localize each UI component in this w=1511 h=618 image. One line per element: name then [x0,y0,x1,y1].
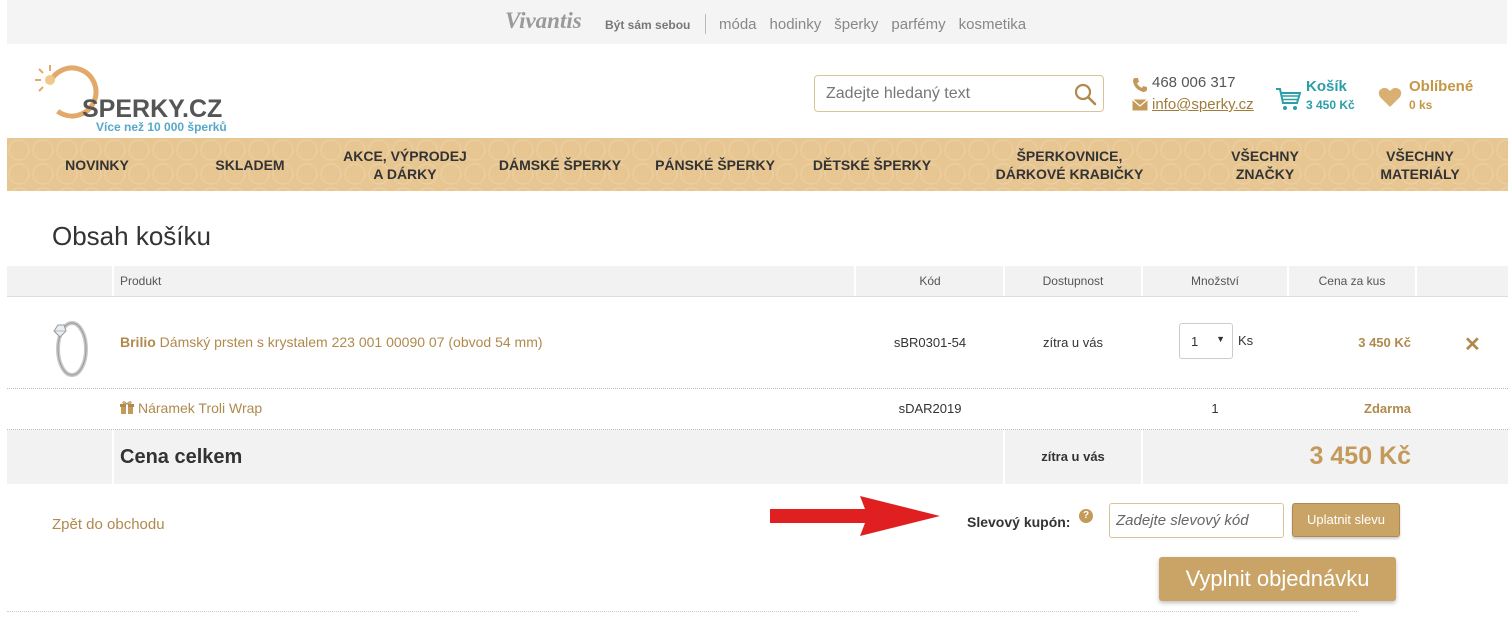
topbar-link-kosmetika[interactable]: kosmetika [959,16,1027,33]
column-unit-price: Cena za kus [1318,274,1386,288]
column-quantity: Množství [1190,274,1239,288]
bottom-divider [7,611,1357,613]
vivantis-slogan: Být sám sebou [605,18,691,32]
mail-icon [1132,99,1148,111]
cart-total[interactable]: 3 450 Kč [1306,98,1355,112]
column-product: Produkt [120,274,162,288]
product-brand[interactable]: Brilio [120,334,156,350]
nav-damske[interactable]: DÁMSKÉ ŠPERKY [495,138,625,191]
nav-sperkovnice[interactable]: ŠPERKOVNICE, DÁRKOVÉ KRABIČKY [987,138,1152,191]
apply-coupon-button[interactable]: Uplatnit slevu [1292,503,1400,537]
quantity-select[interactable]: 1 ▼ [1179,323,1233,359]
topbar-link-hodinky[interactable]: hodinky [770,16,822,33]
total-label: Cena celkem [120,446,243,468]
product-availability: zítra u vás [1043,335,1103,350]
checkout-button[interactable]: Vyplnit objednávku [1159,557,1396,601]
quantity-value: 1 [1191,334,1199,349]
nav-skladem[interactable]: SKLADEM [205,138,295,191]
topbar-link-moda[interactable]: móda [719,16,757,33]
favorites-label[interactable]: Oblíbené [1409,78,1473,95]
page-title: Obsah košíku [52,221,211,251]
product-code: sBR0301-54 [893,335,967,350]
quantity-unit: Ks [1238,333,1254,348]
gift-price: Zdarma [1364,401,1411,416]
cart-label[interactable]: Košík [1306,78,1347,95]
nav-znacky[interactable]: VŠECHNY ZNAČKY [1220,138,1310,191]
column-availability: Dostupnost [1042,274,1104,288]
topbar-divider [705,14,706,34]
product-price: 3 450 Kč [1358,335,1411,350]
phone-icon [1133,78,1147,92]
gift-icon [120,401,134,414]
product-title[interactable]: Dámský prsten s krystalem 223 001 00090 … [160,334,543,350]
phone-number: 468 006 317 [1152,74,1236,91]
total-availability: zítra u vás [1041,449,1105,464]
cart-icon[interactable] [1275,86,1301,112]
remove-item-icon[interactable]: ✕ [1464,332,1481,357]
nav-materialy[interactable]: VŠECHNY MATERIÁLY [1370,138,1470,191]
nav-panske[interactable]: PÁNSKÉ ŠPERKY [650,138,780,191]
total-separator [112,430,114,484]
topbar-link-parfemy[interactable]: parfémy [891,16,945,33]
help-icon[interactable]: ? [1079,509,1093,523]
cart-table-header: Produkt Kód Dostupnost Množství Cena za … [7,266,1508,297]
ring-product-image[interactable] [40,307,100,377]
gift-name[interactable]: Náramek Troli Wrap [138,400,262,416]
topbar-links: móda hodinky šperky parfémy kosmetika [719,16,1026,33]
search-icon[interactable] [1073,82,1097,106]
favorites-count[interactable]: 0 ks [1409,98,1432,112]
nav-novinky[interactable]: NOVINKY [52,138,142,191]
logo-subtitle: Více než 10 000 šperků [96,120,227,134]
total-separator [1141,430,1143,484]
nav-akce[interactable]: AKCE, VÝPRODEJ A DÁRKY [335,138,475,191]
coupon-label: Slevový kupón: [967,514,1071,530]
email-link[interactable]: info@sperky.cz [1152,96,1254,113]
product-name[interactable]: Brilio Dámský prsten s krystalem 223 001… [120,334,543,350]
vivantis-logo[interactable]: Vivantis [505,8,582,34]
nav-detske[interactable]: DĚTSKÉ ŠPERKY [807,138,937,191]
back-to-shop-link[interactable]: Zpět do obchodu [52,516,165,533]
red-arrow-icon [770,496,940,536]
cart-total-row: Cena celkem zítra u vás 3 450 Kč [7,430,1508,484]
cart-row: Brilio Dámský prsten s krystalem 223 001… [7,297,1508,389]
heart-icon[interactable] [1378,86,1402,108]
search-input[interactable] [824,84,1068,104]
column-code: Kód [919,274,941,288]
vivantis-topbar: Vivantis Být sám sebou móda hodinky šper… [7,0,1507,44]
dropdown-arrow-icon: ▼ [1216,334,1225,344]
header-separator [112,266,114,296]
cart-row-gift: Náramek Troli Wrap sDAR2019 1 Zdarma [7,389,1508,430]
gift-code: sDAR2019 [898,401,962,416]
header-separator [1415,266,1417,296]
gift-quantity: 1 [1211,401,1219,416]
search-box[interactable] [814,75,1104,112]
main-navigation: NOVINKY SKLADEM AKCE, VÝPRODEJ A DÁRKY D… [7,138,1508,191]
total-price: 3 450 Kč [1309,442,1411,470]
topbar-link-sperky[interactable]: šperky [834,16,878,33]
coupon-input[interactable] [1109,503,1284,538]
